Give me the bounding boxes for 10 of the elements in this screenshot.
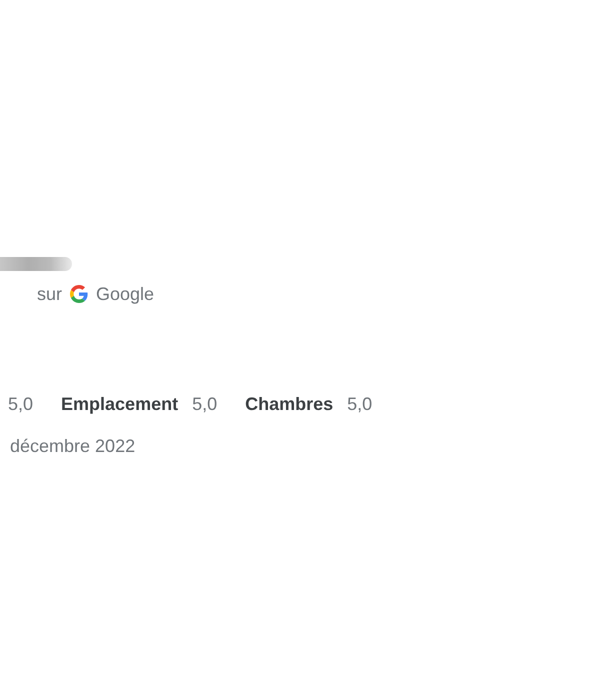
- rating-value: 5,0: [192, 393, 218, 415]
- rating-value: 5,0: [347, 393, 372, 415]
- review-date: décembre 2022: [10, 435, 136, 457]
- google-g-logo-icon: [70, 285, 88, 303]
- rating-value: 5,0: [8, 393, 34, 415]
- rating-label: Emplacement: [61, 393, 178, 415]
- blurred-smudge: [0, 257, 72, 271]
- source-prefix: sur: [37, 283, 62, 305]
- rating-label: Chambres: [245, 393, 334, 415]
- source-name: Google: [96, 283, 154, 305]
